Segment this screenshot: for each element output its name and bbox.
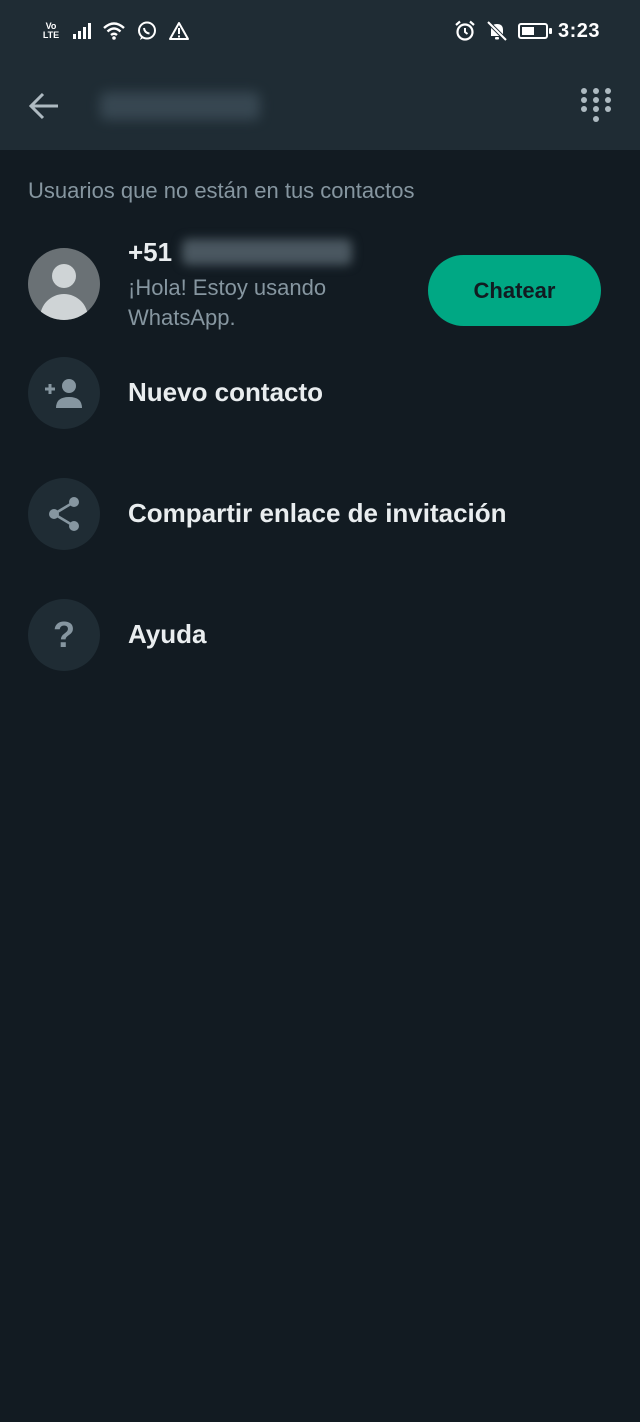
help-label: Ayuda [128, 619, 207, 649]
dialpad-button[interactable] [576, 86, 616, 126]
share-invite-label: Compartir enlace de invitación [128, 498, 507, 528]
help-row[interactable]: ? Ayuda [0, 574, 640, 695]
help-icon: ? [53, 613, 75, 655]
header: Vo LTE 3:23 [0, 0, 640, 150]
new-contact-icon-circle [28, 356, 100, 429]
arrow-left-icon [28, 92, 58, 120]
contact-status: ¡Hola! Estoy usando WhatsApp. [128, 275, 327, 330]
status-bar-right: 3:23 [454, 20, 600, 43]
whatsapp-icon [138, 21, 156, 40]
battery-level [521, 27, 534, 35]
share-invite-icon-circle [28, 477, 100, 550]
new-contact-label: Nuevo contacto [128, 377, 324, 407]
back-button[interactable] [24, 86, 64, 126]
status-time: 3:23 [557, 19, 600, 42]
status-bar-left: Vo LTE [40, 20, 190, 42]
app-root: Vo LTE 3:23 Usuarios que no están en tus… [0, 0, 640, 1422]
volte-line-2: LTE [42, 30, 60, 40]
add-person-icon [45, 378, 82, 408]
new-contact-row[interactable]: Nuevo contacto [0, 332, 640, 453]
help-icon-circle: ? [28, 598, 100, 671]
notifications-off-icon [486, 20, 508, 42]
toolbar [0, 62, 640, 150]
avatar-body [40, 294, 88, 320]
phone-prefix: +51 [128, 236, 173, 267]
volte-icon: Vo LTE [40, 22, 62, 40]
contact-result-text: +51 ¡Hola! Estoy usando WhatsApp. [128, 235, 388, 333]
status-bar: Vo LTE 3:23 [0, 0, 640, 62]
alarm-icon [455, 20, 475, 41]
signal-icon [73, 23, 91, 39]
avatar-head [52, 264, 76, 288]
share-icon [49, 496, 79, 531]
share-invite-row[interactable]: Compartir enlace de invitación [0, 453, 640, 574]
chat-button[interactable]: Chatear [428, 255, 601, 326]
dialpad-icon [581, 88, 611, 122]
battery-icon [517, 23, 552, 39]
wifi-icon [103, 22, 125, 40]
avatar [28, 248, 100, 320]
redacted-phone-number [182, 239, 353, 265]
warning-icon [169, 22, 189, 40]
redacted-search-query [100, 92, 260, 120]
section-title: Usuarios que no están en tus contactos [28, 178, 415, 203]
phone-line: +51 [128, 235, 388, 269]
